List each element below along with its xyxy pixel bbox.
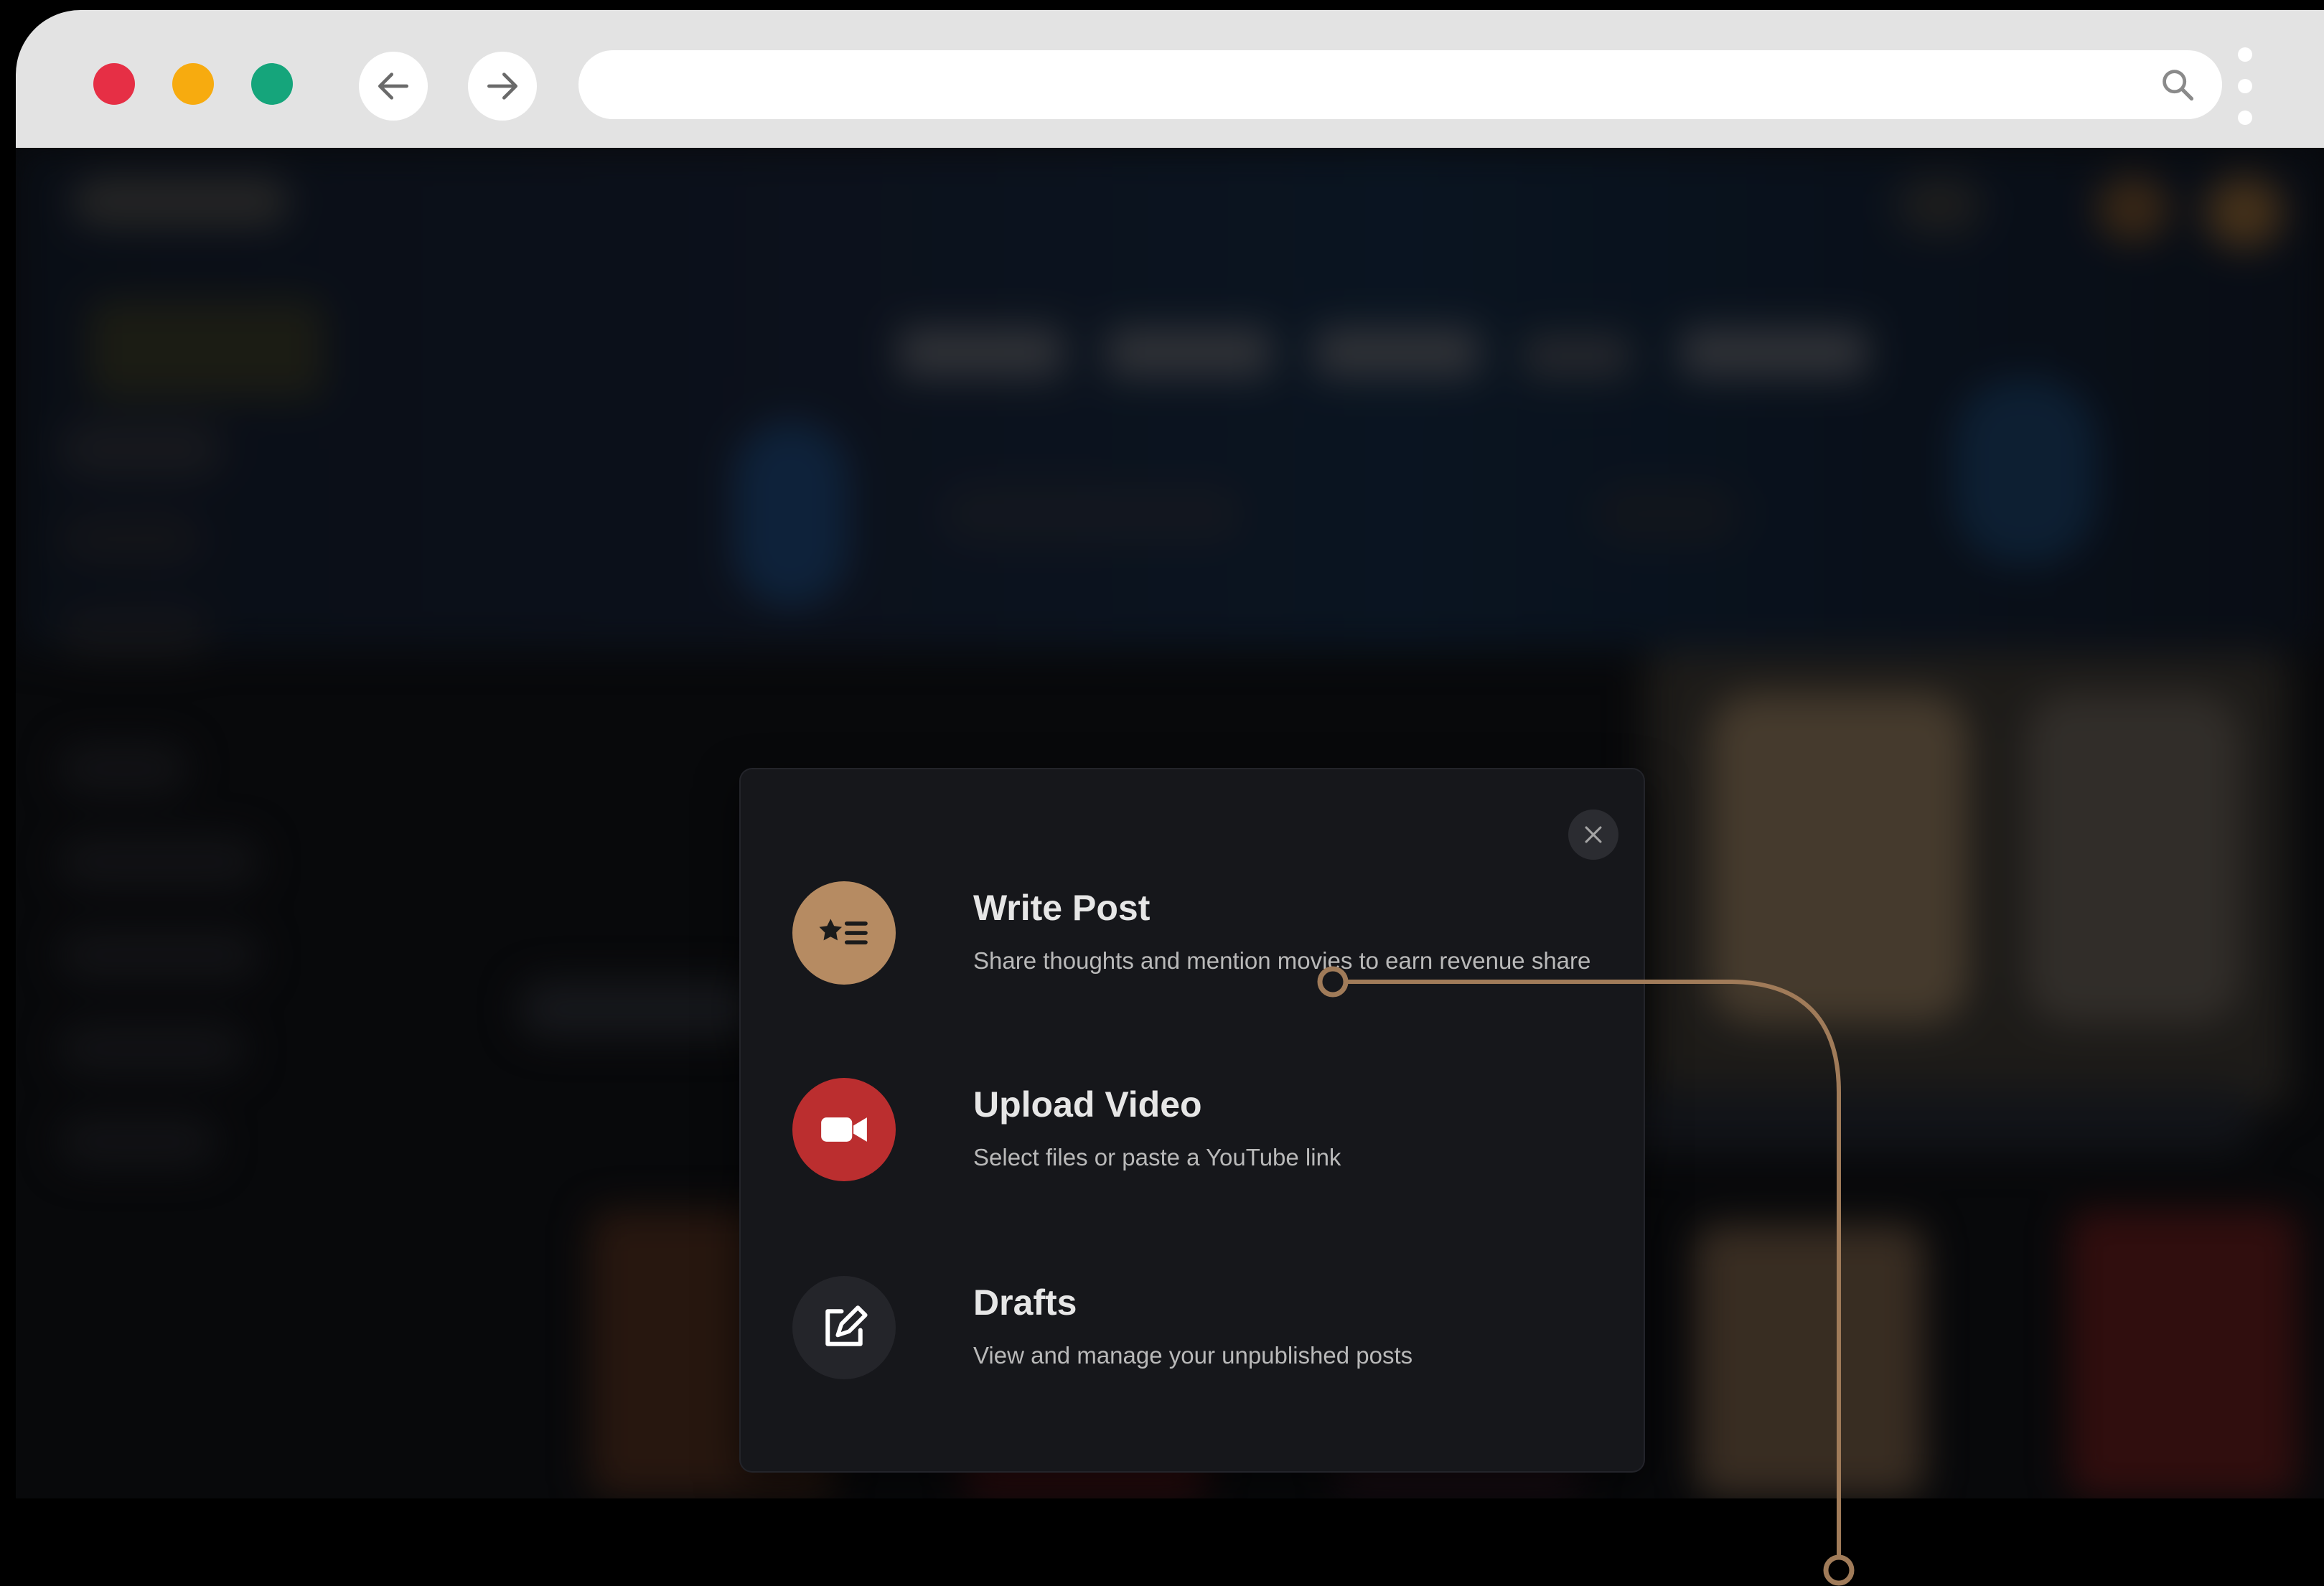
write-post-icon-badge — [792, 881, 896, 985]
drafts-title: Drafts — [973, 1282, 1077, 1323]
write-post-option[interactable]: Write Post Share thoughts and mention mo… — [792, 881, 1590, 989]
edit-square-icon — [825, 1305, 868, 1346]
drafts-icon-badge — [792, 1276, 896, 1379]
window-minimize-button[interactable] — [172, 63, 214, 105]
upload-video-title: Upload Video — [973, 1084, 1202, 1125]
write-post-description: Share thoughts and mention movies to ear… — [973, 947, 1591, 974]
write-post-title: Write Post — [973, 888, 1151, 928]
star-list-icon — [819, 919, 868, 944]
upload-video-description: Select files or paste a YouTube link — [973, 1144, 1341, 1170]
drafts-description: View and manage your unpublished posts — [973, 1342, 1413, 1369]
address-bar[interactable] — [578, 50, 2222, 119]
create-content-modal: Write Post Share thoughts and mention mo… — [741, 769, 1644, 1471]
forward-button[interactable] — [468, 52, 537, 121]
upload-video-option[interactable]: Upload Video Select files or paste a You… — [792, 1078, 1582, 1186]
browser-window: Write Post Share thoughts and mention mo… — [16, 10, 2324, 1498]
window-maximize-button[interactable] — [251, 63, 293, 105]
browser-toolbar — [16, 10, 2324, 148]
close-button[interactable] — [1568, 810, 1618, 860]
browser-menu-icon[interactable] — [2236, 47, 2254, 126]
arrow-left-icon — [378, 72, 408, 100]
drafts-option[interactable]: Drafts View and manage your unpublished … — [792, 1276, 1582, 1384]
arrow-right-icon — [487, 72, 517, 100]
video-camera-icon — [821, 1117, 867, 1142]
back-button[interactable] — [359, 52, 428, 121]
window-close-button[interactable] — [93, 63, 135, 105]
search-icon[interactable] — [2159, 66, 2196, 103]
upload-video-icon-badge — [792, 1078, 896, 1181]
close-icon — [1585, 826, 1602, 843]
page-viewport: Write Post Share thoughts and mention mo… — [16, 148, 2324, 1498]
